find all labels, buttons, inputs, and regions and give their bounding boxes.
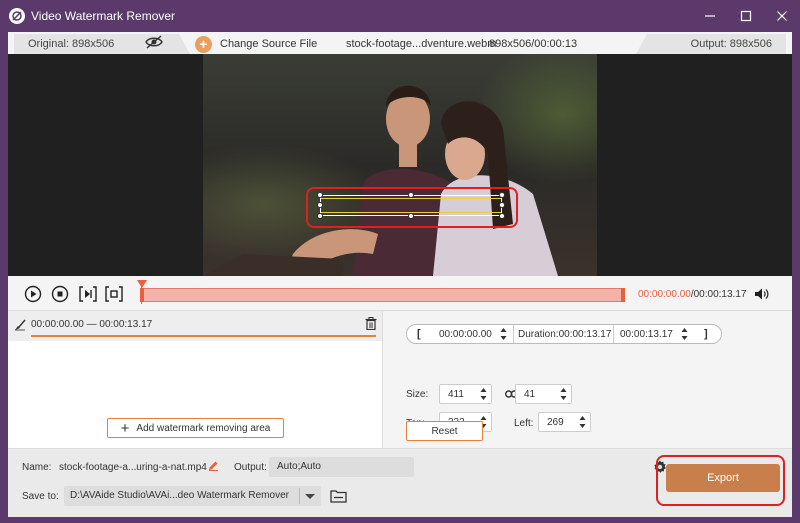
window-title: Video Watermark Remover	[31, 9, 176, 23]
output-resolution-label: Output: 898x506	[690, 38, 772, 50]
dropdown-divider	[299, 488, 300, 504]
height-input[interactable]: 41	[515, 384, 572, 404]
play-icon	[24, 285, 42, 303]
area-time-range: 00:00:00.00 — 00:00:13.17	[31, 319, 153, 330]
height-value: 41	[524, 389, 536, 400]
next-frame-icon	[79, 286, 97, 302]
left-value: 269	[547, 417, 564, 428]
end-time-spinner-icon[interactable]	[681, 327, 688, 341]
open-folder-icon[interactable]	[330, 489, 347, 503]
video-scene-image	[203, 85, 558, 276]
source-file-name: stock-footage...dventure.webm	[346, 38, 497, 50]
hide-preview-eye-icon[interactable]	[145, 35, 163, 49]
edit-name-icon[interactable]	[208, 460, 219, 471]
resize-handle-top-left[interactable]	[317, 192, 323, 198]
close-icon	[777, 11, 787, 21]
width-input[interactable]: 411	[439, 384, 492, 404]
export-label: Export	[707, 472, 739, 484]
output-format-value: Auto;Auto	[277, 461, 321, 472]
name-label: Name:	[22, 462, 52, 473]
watermark-selection-box[interactable]	[317, 192, 505, 219]
duration-label: Duration:00:00:13.17	[518, 329, 612, 340]
trim-start-handle[interactable]	[140, 288, 144, 302]
minimize-icon	[705, 15, 715, 17]
start-time-spinner-icon[interactable]	[500, 327, 507, 341]
change-source-file-button[interactable]: + Change Source File	[195, 34, 317, 54]
original-resolution-tab: Original: 898x506	[14, 34, 190, 54]
set-end-button[interactable]: ]	[704, 328, 708, 340]
output-format-field[interactable]: Auto;Auto	[269, 457, 666, 477]
removal-area-list: 00:00:00.00 — 00:00:13.17 + Add watermar…	[8, 310, 382, 448]
volume-icon[interactable]	[754, 287, 770, 301]
left-input[interactable]: 269	[538, 412, 591, 432]
brush-icon	[15, 319, 26, 331]
video-preview	[8, 54, 792, 276]
area-duration-bar	[31, 335, 376, 337]
output-resolution-tab: Output: 898x506	[636, 34, 786, 54]
output-label: Output:	[234, 462, 267, 473]
resize-handle-top-right[interactable]	[499, 192, 505, 198]
output-file-name: stock-footage-a...uring-a-nat.mp4	[59, 462, 207, 473]
save-to-label: Save to:	[22, 491, 59, 502]
stop-icon	[51, 285, 69, 303]
timeline-track[interactable]	[140, 288, 625, 302]
play-button[interactable]	[24, 285, 42, 303]
add-watermark-area-label: Add watermark removing area	[136, 422, 271, 434]
start-time-input[interactable]: 00:00:00.00	[439, 329, 492, 340]
timeline-bar: 00:00:00.00/00:00:13.17	[8, 276, 792, 310]
fit-frame-button[interactable]	[105, 285, 123, 303]
height-spinner-icon[interactable]	[560, 387, 567, 401]
source-file-meta: 898x506/00:00:13	[489, 38, 578, 50]
time-range-control: [ 00:00:00.00 Duration:00:00:13.17 00:00…	[406, 324, 722, 344]
size-label: Size:	[406, 389, 429, 400]
change-source-file-label: Change Source File	[220, 38, 318, 50]
info-bar: Original: 898x506 + Change Source File s…	[8, 32, 792, 54]
resize-handle-bottom-left[interactable]	[317, 213, 323, 219]
resize-handle-right[interactable]	[499, 202, 505, 208]
resize-handle-top[interactable]	[408, 192, 414, 198]
plus-circle-icon: +	[195, 35, 212, 53]
maximize-icon	[740, 10, 752, 22]
main-window: Original: 898x506 + Change Source File s…	[8, 32, 792, 517]
left-spinner-icon[interactable]	[579, 415, 586, 429]
set-start-button[interactable]: [	[417, 328, 421, 340]
stop-button[interactable]	[51, 285, 69, 303]
original-resolution-label: Original: 898x506	[28, 38, 115, 50]
selection-line-top	[321, 198, 501, 199]
width-value: 411	[448, 389, 464, 400]
video-frame	[203, 54, 597, 276]
resize-handle-left[interactable]	[317, 202, 323, 208]
export-bar: Name: stock-footage-a...uring-a-nat.mp4 …	[8, 448, 792, 517]
time-readout: 00:00:00.00/00:00:13.17	[638, 289, 746, 300]
maximize-button[interactable]	[728, 0, 764, 32]
area-settings-panel: [ 00:00:00.00 Duration:00:00:13.17 00:00…	[382, 310, 792, 448]
resize-handle-bottom-right[interactable]	[499, 213, 505, 219]
trim-end-handle[interactable]	[621, 288, 625, 302]
list-item[interactable]: 00:00:00.00 — 00:00:13.17	[8, 311, 382, 341]
minimize-button[interactable]	[692, 0, 728, 32]
reset-button[interactable]: Reset	[406, 421, 483, 441]
fit-frame-icon	[105, 286, 123, 302]
reset-label: Reset	[431, 425, 458, 437]
export-button[interactable]: Export	[666, 464, 780, 492]
save-path-value: D:\AVAide Studio\AVAi...deo Watermark Re…	[70, 490, 289, 501]
title-bar: Video Watermark Remover	[0, 0, 800, 32]
save-path-dropdown-icon[interactable]	[305, 494, 315, 499]
resize-handle-bottom[interactable]	[408, 213, 414, 219]
playhead-marker[interactable]	[137, 280, 147, 288]
add-watermark-area-button[interactable]: + Add watermark removing area	[107, 418, 284, 438]
save-path-field[interactable]: D:\AVAide Studio\AVAi...deo Watermark Re…	[64, 486, 321, 506]
width-spinner-icon[interactable]	[480, 387, 487, 401]
plus-icon: +	[120, 419, 130, 437]
range-divider	[613, 325, 614, 343]
close-button[interactable]	[764, 0, 800, 32]
watermark-logo-icon	[9, 8, 25, 24]
left-label: Left:	[514, 418, 534, 429]
range-divider	[513, 325, 514, 343]
next-frame-button[interactable]	[79, 285, 97, 303]
end-time-input[interactable]: 00:00:13.17	[620, 329, 673, 340]
total-time: 00:00:13.17	[693, 289, 747, 300]
trash-icon[interactable]	[365, 317, 377, 330]
current-time: 00:00:00.00	[638, 289, 691, 300]
